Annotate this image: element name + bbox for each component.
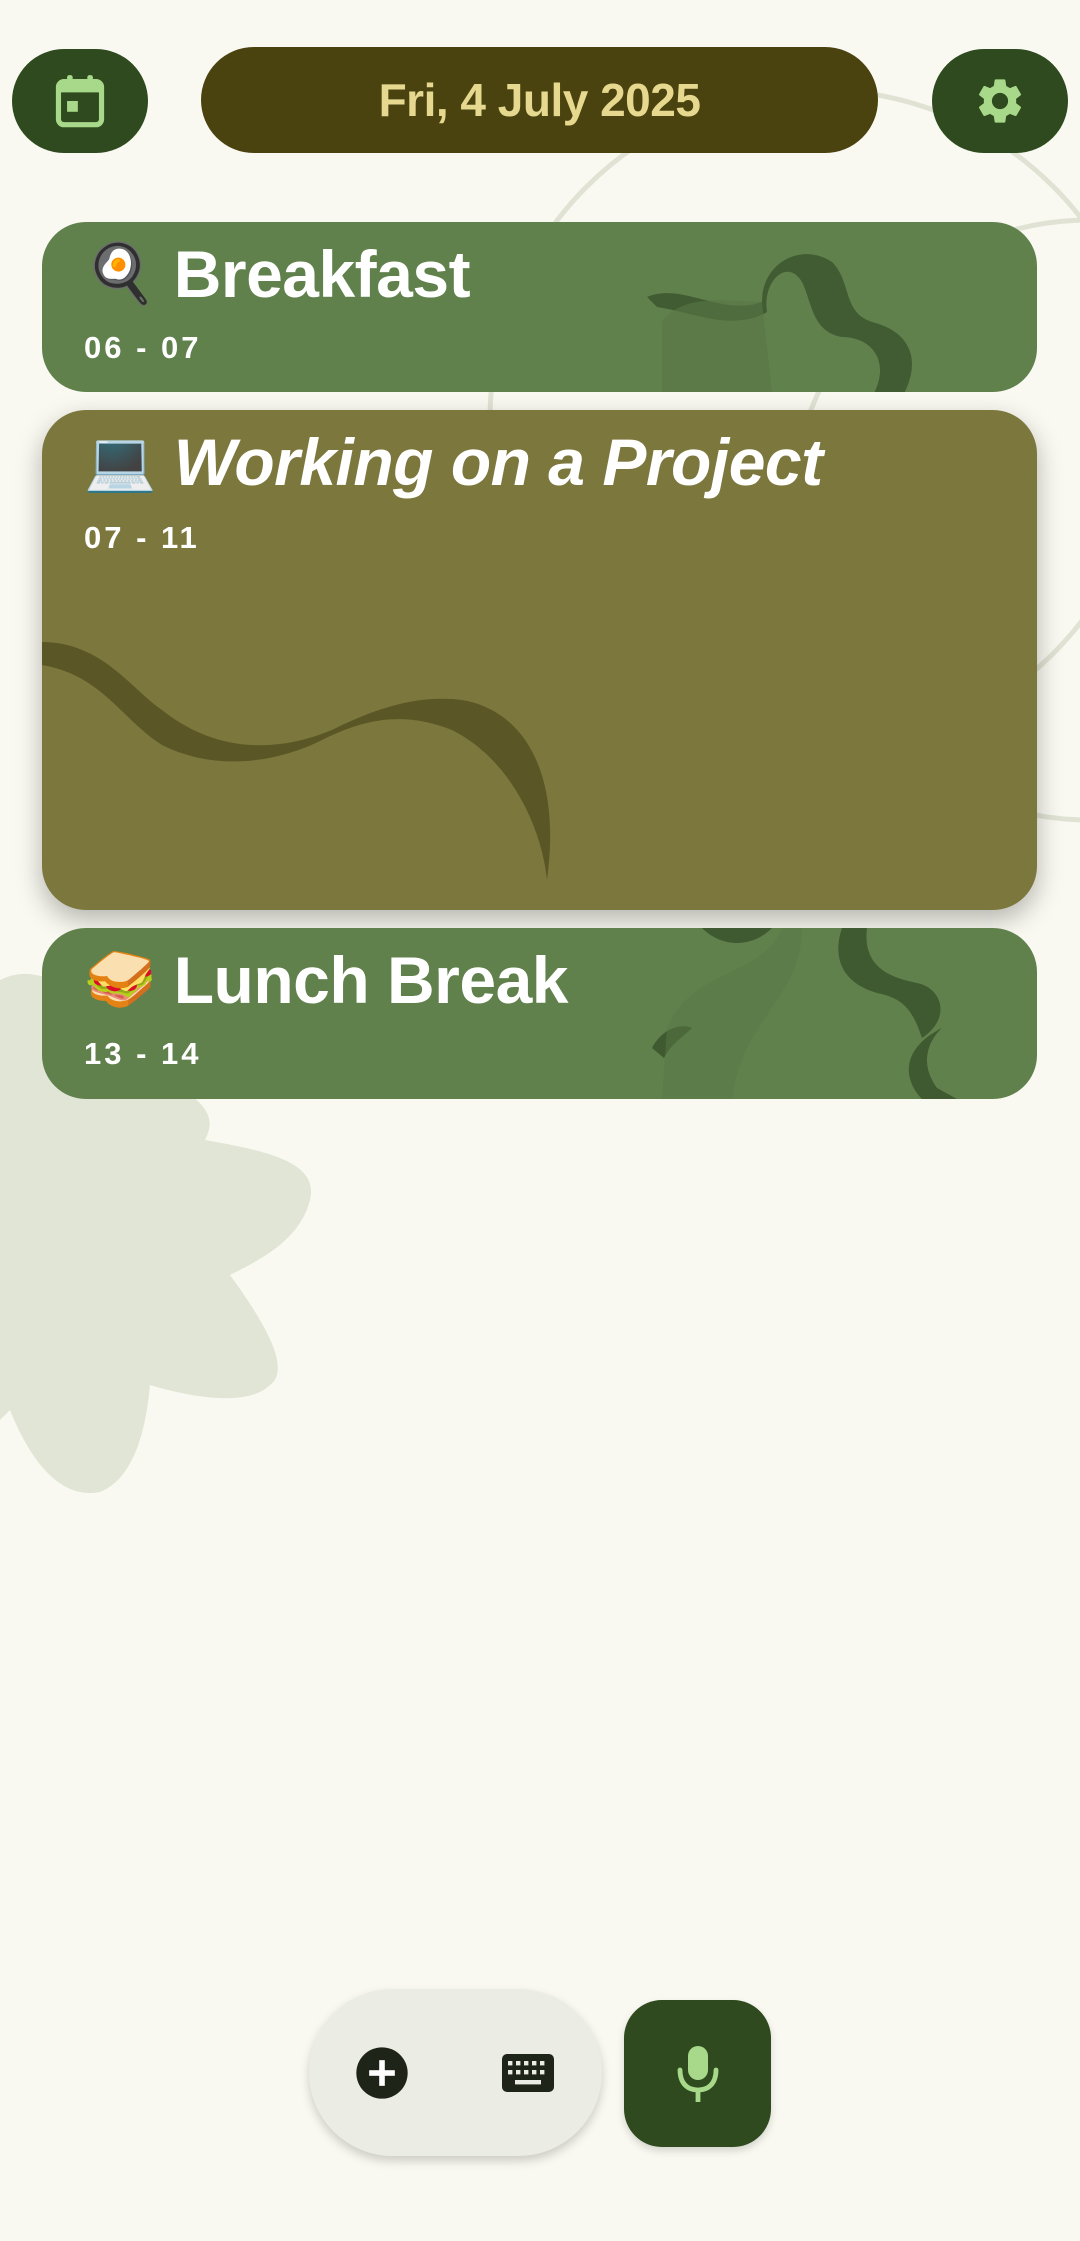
calendar-button[interactable]	[12, 49, 148, 153]
input-options-pill	[309, 1989, 602, 2156]
event-card-breakfast[interactable]: 🍳 Breakfast 06 - 07	[42, 222, 1037, 392]
settings-button[interactable]	[932, 49, 1068, 153]
event-emoji: 🍳	[84, 241, 156, 306]
event-title: 🍳 Breakfast	[84, 236, 471, 312]
event-emoji: 🥪	[84, 947, 156, 1012]
microphone-icon	[677, 2045, 718, 2102]
top-bar: Fri, 4 July 2025	[0, 47, 1080, 155]
date-label: Fri, 4 July 2025	[378, 74, 701, 126]
voice-input-button[interactable]	[624, 2000, 771, 2147]
date-display[interactable]: Fri, 4 July 2025	[201, 47, 878, 153]
add-circle-icon	[356, 2046, 408, 2099]
gear-icon	[978, 79, 1022, 123]
keyboard-icon	[502, 2053, 554, 2092]
keyboard-input-button[interactable]	[455, 1989, 601, 2156]
event-title-text: Working on a Project	[173, 425, 823, 499]
calendar-icon	[55, 75, 105, 128]
event-time: 07 - 11	[84, 520, 200, 555]
event-time: 13 - 14	[84, 1036, 202, 1071]
event-card-lunch[interactable]: 🥪 Lunch Break 13 - 14	[42, 928, 1037, 1099]
event-emoji: 💻	[84, 429, 156, 494]
event-title: 🥪 Lunch Break	[84, 942, 569, 1018]
add-event-button[interactable]	[309, 1989, 455, 2156]
event-time: 06 - 07	[84, 330, 202, 365]
event-card-project[interactable]: 💻 Working on a Project 07 - 11	[42, 410, 1037, 910]
event-title: 💻 Working on a Project	[84, 424, 823, 500]
event-title-text: Lunch Break	[173, 943, 569, 1017]
event-title-text: Breakfast	[173, 237, 471, 311]
